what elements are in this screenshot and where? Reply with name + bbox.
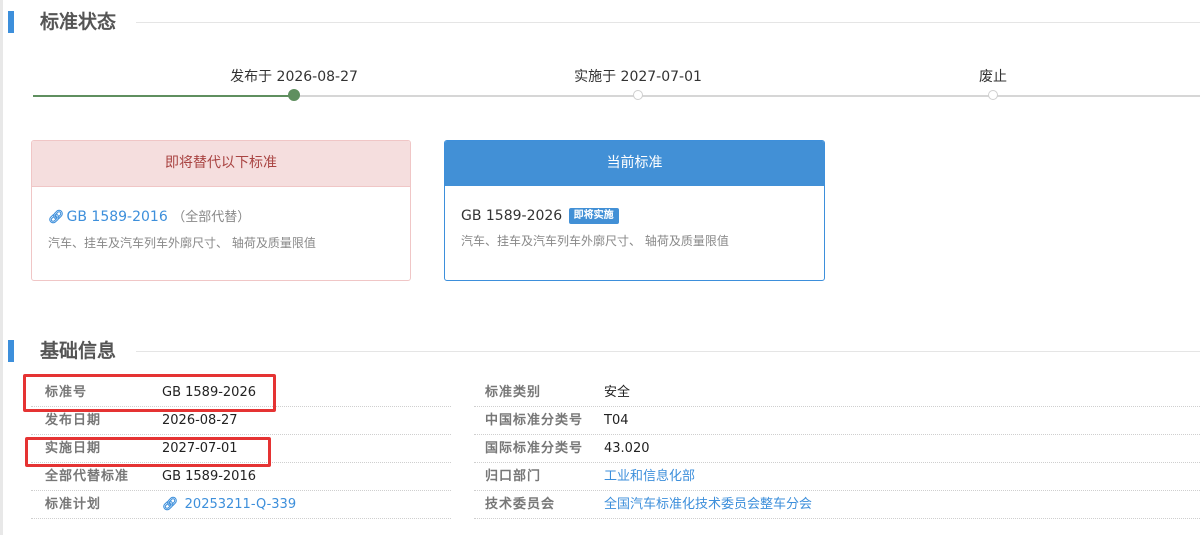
basic-info-section-header: 基础信息 bbox=[8, 337, 1200, 365]
timeline-step-published-label: 发布于 2026-08-27 bbox=[230, 69, 358, 85]
replaced-card-header: 即将替代以下标准 bbox=[32, 141, 410, 187]
current-standard-code: GB 1589-2026 bbox=[461, 208, 563, 224]
label-responsible-department: 归口部门 bbox=[485, 469, 542, 484]
label-standard-plan: 标准计划 bbox=[45, 497, 102, 512]
value-standard-category: 安全 bbox=[604, 385, 631, 400]
info-row: 全部代替标准 GB 1589-2016 归口部门 工业和信息化部 bbox=[31, 463, 1200, 491]
status-section-title: 标准状态 bbox=[40, 11, 117, 33]
standard-plan-number: 20253211-Q-339 bbox=[184, 497, 297, 512]
section-marker bbox=[8, 340, 14, 362]
left-edge-rule bbox=[0, 0, 3, 535]
replaced-standard-description: 汽车、挂车及汽车列车外廓尺寸、 轴荷及质量限值 bbox=[48, 236, 316, 250]
label-ccs-code: 中国标准分类号 bbox=[485, 413, 584, 428]
row-divider bbox=[474, 518, 1200, 519]
current-card-header: 当前标准 bbox=[445, 141, 824, 186]
timeline-dot-effective bbox=[633, 90, 643, 100]
replacement-scope-note: （全部代替） bbox=[172, 210, 251, 225]
timeline-dot-published bbox=[288, 89, 300, 101]
current-standard-description: 汽车、挂车及汽车列车外廓尺寸、 轴荷及质量限值 bbox=[461, 234, 729, 248]
link-icon: 🔗︎ bbox=[48, 210, 65, 225]
section-divider bbox=[136, 22, 1200, 23]
timeline-step-abolished-label: 废止 bbox=[979, 69, 1007, 85]
link-icon: 🔗︎ bbox=[162, 497, 179, 512]
timeline-remaining-line bbox=[293, 95, 1200, 97]
current-standard-card: 当前标准 GB 1589-2026 即将实施 汽车、挂车及汽车列车外廓尺寸、 轴… bbox=[444, 140, 825, 281]
label-standard-category: 标准类别 bbox=[485, 385, 542, 400]
label-replaced-standard: 全部代替标准 bbox=[45, 469, 130, 484]
value-ics-code: 43.020 bbox=[604, 441, 650, 456]
replaced-standard-link[interactable]: 🔗︎ GB 1589-2016 bbox=[48, 209, 168, 225]
highlight-box-standard-number bbox=[23, 374, 276, 412]
replaced-standard-code: GB 1589-2016 bbox=[66, 209, 168, 225]
section-divider bbox=[136, 351, 1200, 352]
label-technical-committee: 技术委员会 bbox=[485, 497, 556, 512]
timeline-step-effective-label: 实施于 2027-07-01 bbox=[574, 69, 702, 85]
timeline-progress-line bbox=[33, 95, 293, 97]
label-ics-code: 国际标准分类号 bbox=[485, 441, 584, 456]
info-row: 标准计划 🔗︎ 20253211-Q-339 技术委员会 全国汽车标准化技术委员… bbox=[31, 491, 1200, 519]
section-marker bbox=[8, 11, 14, 33]
standard-plan-link[interactable]: 🔗︎ 20253211-Q-339 bbox=[162, 491, 296, 519]
highlight-box-effective-date bbox=[25, 437, 271, 467]
upcoming-status-badge: 即将实施 bbox=[568, 208, 619, 224]
status-section-header: 标准状态 bbox=[8, 8, 1200, 36]
timeline-dot-abolished bbox=[988, 90, 998, 100]
replaced-standard-card: 即将替代以下标准 🔗︎ GB 1589-2016 （全部代替） 汽车、挂车及汽车列… bbox=[31, 140, 411, 281]
responsible-department-link[interactable]: 工业和信息化部 bbox=[604, 463, 695, 491]
value-replaced-standard: GB 1589-2016 bbox=[162, 469, 256, 484]
basic-info-section-title: 基础信息 bbox=[40, 340, 117, 362]
value-ccs-code: T04 bbox=[604, 413, 629, 428]
technical-committee-link[interactable]: 全国汽车标准化技术委员会整车分会 bbox=[604, 491, 812, 519]
